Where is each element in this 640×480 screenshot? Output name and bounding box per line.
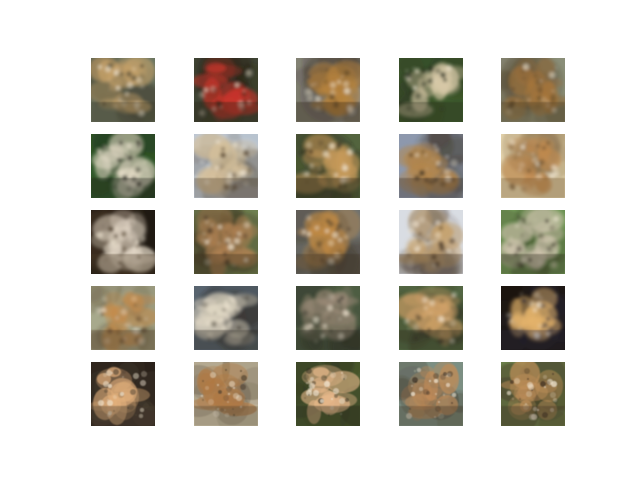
sample-image (399, 134, 463, 198)
sample-image (501, 58, 565, 122)
sample-tile (194, 286, 258, 350)
sample-tile (296, 58, 360, 122)
sample-tile (194, 210, 258, 274)
sample-tile (296, 362, 360, 426)
sample-image (91, 58, 155, 122)
sample-image (91, 134, 155, 198)
sample-tile (91, 210, 155, 274)
sample-image (194, 58, 258, 122)
sample-tile (91, 362, 155, 426)
sample-image (501, 210, 565, 274)
sample-image (399, 58, 463, 122)
sample-tile (91, 286, 155, 350)
sample-tile (194, 362, 258, 426)
sample-image (501, 286, 565, 350)
sample-image (194, 134, 258, 198)
sample-tile (91, 58, 155, 122)
sample-image (194, 210, 258, 274)
sample-image (91, 362, 155, 426)
sample-tile (296, 210, 360, 274)
sample-tile (399, 134, 463, 198)
sample-image (194, 286, 258, 350)
sample-image (296, 362, 360, 426)
sample-tile (296, 134, 360, 198)
sample-tile (501, 286, 565, 350)
sample-image (296, 210, 360, 274)
sample-image (91, 210, 155, 274)
sample-image (501, 134, 565, 198)
generated-samples-figure (0, 0, 640, 480)
sample-tile (194, 134, 258, 198)
sample-tile (296, 286, 360, 350)
sample-tile (501, 210, 565, 274)
sample-tile (399, 286, 463, 350)
sample-image (296, 58, 360, 122)
sample-image (296, 286, 360, 350)
sample-tile (399, 362, 463, 426)
sample-tile (91, 134, 155, 198)
sample-image (501, 362, 565, 426)
sample-image (91, 286, 155, 350)
sample-tile (501, 58, 565, 122)
sample-image (399, 210, 463, 274)
sample-tile (501, 134, 565, 198)
sample-tile (194, 58, 258, 122)
sample-image (399, 286, 463, 350)
sample-image (296, 134, 360, 198)
sample-tile (501, 362, 565, 426)
sample-image (399, 362, 463, 426)
sample-tile (399, 210, 463, 274)
sample-image (194, 362, 258, 426)
sample-tile (399, 58, 463, 122)
